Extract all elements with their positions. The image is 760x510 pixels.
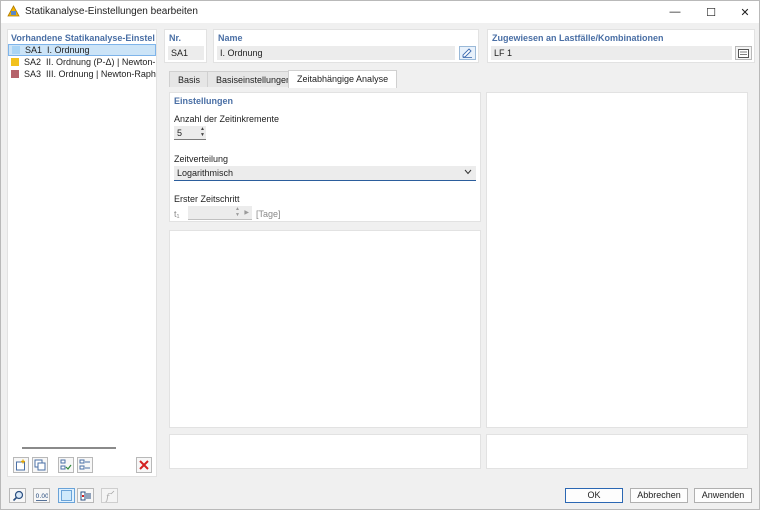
check-list-icon	[60, 459, 72, 470]
edit-icon	[462, 48, 472, 58]
list-item-code: SA2	[24, 57, 42, 67]
copy-item-button[interactable]	[32, 457, 48, 473]
horizontal-scrollbar[interactable]	[22, 447, 116, 449]
nr-field[interactable]: SA1	[168, 46, 204, 60]
right-panel	[486, 92, 748, 428]
tab-basiseinstellungen[interactable]: Basiseinstellungen	[207, 71, 301, 87]
color-square-icon	[61, 490, 72, 501]
maximize-icon: ☐	[706, 6, 716, 19]
lower-left-panel	[169, 230, 481, 428]
search-button[interactable]	[9, 488, 26, 503]
dialog-window: Statikanalyse-Einstellungen bearbeiten —…	[0, 0, 760, 510]
new-item-button[interactable]	[13, 457, 29, 473]
list-item-sa1[interactable]: SA1 I. Ordnung	[8, 44, 156, 56]
uncheck-all-button[interactable]	[77, 457, 93, 473]
settings-panel: Einstellungen Anzahl der Zeitinkremente …	[169, 92, 481, 222]
check-all-button[interactable]	[58, 457, 74, 473]
name-label: Name	[218, 33, 243, 43]
list-item-sa3[interactable]: SA3 III. Ordnung | Newton-Raphson	[8, 68, 156, 80]
name-field[interactable]: I. Ordnung	[217, 46, 455, 60]
nr-label: Nr.	[169, 33, 182, 43]
units-button[interactable]: 0.00	[33, 488, 50, 503]
analysis-settings-list: SA1 I. Ordnung SA2 II. Ordnung (P-Δ) | N…	[8, 44, 156, 80]
list-header: Vorhandene Statikanalyse-Einstellungen	[11, 33, 155, 43]
delete-icon	[139, 460, 149, 470]
maximize-button[interactable]: ☐	[693, 1, 729, 23]
window-title: Statikanalyse-Einstellungen bearbeiten	[25, 6, 198, 17]
svg-text:0.00: 0.00	[36, 493, 49, 500]
color-button[interactable]	[58, 488, 75, 503]
bottom-left-panel	[169, 434, 481, 469]
copy-icon	[34, 459, 46, 471]
assigned-field[interactable]: LF 1	[491, 46, 732, 60]
model-view-button[interactable]	[77, 488, 94, 503]
list-item-sa2[interactable]: SA2 II. Ordnung (P-Δ) | Newton-Raphson	[8, 56, 156, 68]
tab-zeitabhaengige-analyse[interactable]: Zeitabhängige Analyse	[288, 70, 398, 88]
list-item-code: SA3	[24, 69, 42, 79]
assigned-field-group: Zugewiesen an Lastfälle/Kombinationen LF…	[487, 29, 755, 63]
stepper-arrows-icon[interactable]: ▲ ▼	[200, 126, 205, 138]
assigned-label: Zugewiesen an Lastfälle/Kombinationen	[492, 33, 664, 43]
list-item-label: III. Ordnung | Newton-Raphson	[46, 69, 156, 79]
distribution-select[interactable]: Logarithmisch	[174, 166, 476, 181]
list-item-label: I. Ordnung	[47, 45, 90, 55]
close-button[interactable]: ✕	[727, 1, 760, 23]
first-step-stepper: ▲ ▼ ▶	[188, 206, 252, 220]
first-step-label: Erster Zeitschritt	[174, 194, 240, 204]
stepper-arrows-icon: ▲ ▼	[235, 206, 240, 218]
name-field-group: Name I. Ordnung	[213, 29, 479, 63]
uncheck-list-icon	[79, 459, 90, 470]
first-step-symbol: t₁	[174, 209, 180, 219]
model-graphic-icon	[80, 491, 91, 500]
distribution-label: Zeitverteilung	[174, 154, 229, 164]
formula-button[interactable]: f	[101, 488, 118, 503]
color-swatch	[11, 70, 19, 78]
distribution-value: Logarithmisch	[177, 168, 234, 178]
tab-basis[interactable]: Basis	[169, 71, 210, 87]
function-icon: f	[105, 490, 114, 502]
list-select-icon	[738, 48, 749, 58]
delete-item-button[interactable]	[136, 457, 152, 473]
bottom-right-panel	[486, 434, 748, 469]
edit-name-button[interactable]	[459, 46, 476, 60]
cancel-button[interactable]: Abbrechen	[630, 488, 688, 503]
increments-value: 5	[177, 128, 183, 138]
title-bar: Statikanalyse-Einstellungen bearbeiten —…	[1, 1, 759, 23]
minimize-button[interactable]: —	[657, 1, 693, 23]
select-loadcases-button[interactable]	[735, 46, 752, 60]
nr-field-group: Nr. SA1	[164, 29, 207, 63]
list-toolbar	[8, 454, 156, 476]
app-icon	[7, 5, 20, 17]
close-icon: ✕	[740, 6, 750, 19]
color-swatch	[12, 46, 20, 54]
increments-stepper[interactable]: 5 ▲ ▼	[174, 126, 206, 140]
search-icon	[12, 490, 23, 501]
minimize-icon: —	[669, 6, 681, 18]
first-step-unit: [Tage]	[256, 209, 281, 219]
analysis-settings-list-panel: Vorhandene Statikanalyse-Einstellungen S…	[7, 29, 157, 477]
decimal-places-icon: 0.00	[36, 493, 49, 501]
settings-title: Einstellungen	[174, 96, 234, 106]
chevron-down-icon	[464, 169, 472, 175]
list-item-label: II. Ordnung (P-Δ) | Newton-Raphson	[46, 57, 156, 67]
svg-text:f: f	[105, 493, 111, 502]
apply-button[interactable]: Anwenden	[694, 488, 752, 503]
increments-label: Anzahl der Zeitinkremente	[174, 114, 280, 124]
list-item-code: SA1	[25, 45, 43, 55]
color-swatch	[11, 58, 19, 66]
ok-button[interactable]: OK	[565, 488, 623, 503]
chevron-right-icon: ▶	[244, 210, 249, 216]
new-item-icon	[16, 459, 25, 471]
